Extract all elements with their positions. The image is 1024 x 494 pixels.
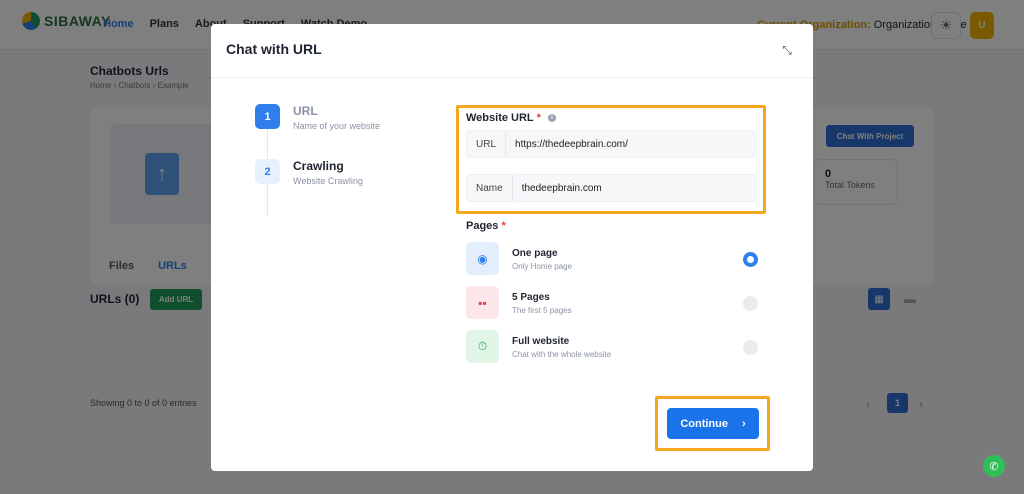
- required-mark: *: [501, 220, 506, 232]
- grid-icon: ▪▪: [466, 286, 499, 319]
- step-subtitle: Website Crawling: [293, 176, 363, 186]
- option-subtitle: The first 5 pages: [512, 306, 572, 315]
- option-subtitle: Only Home page: [512, 262, 573, 271]
- close-icon: ⤡: [782, 42, 792, 57]
- option-one-page[interactable]: ◉ One page Only Home page: [466, 242, 761, 278]
- chevron-right-icon: ›: [742, 417, 746, 430]
- stopwatch-icon: ⏱: [466, 330, 499, 363]
- option-radio[interactable]: [743, 340, 758, 355]
- option-title: Full website: [512, 336, 570, 347]
- name-field[interactable]: Name thedeepbrain.com: [466, 174, 756, 202]
- option-subtitle: Chat with the whole website: [512, 350, 612, 359]
- pages-label: Pages *: [466, 220, 506, 232]
- close-button[interactable]: ⤡: [779, 42, 795, 58]
- compass-icon: ◉: [466, 242, 499, 275]
- pages-label-text: Pages: [466, 220, 499, 232]
- website-url-label: Website URL * i: [466, 112, 556, 124]
- required-mark: *: [536, 112, 541, 124]
- url-field[interactable]: URL https://thedeepbrain.com/: [466, 130, 756, 158]
- option-five-pages[interactable]: ▪▪ 5 Pages The first 5 pages: [466, 286, 761, 322]
- name-prefix: Name: [467, 175, 513, 201]
- step-subtitle: Name of your website: [293, 121, 381, 131]
- step-url[interactable]: 1 URL Name of your website: [255, 104, 380, 131]
- step-badge: 1: [255, 104, 280, 129]
- option-title: One page: [512, 248, 558, 259]
- whatsapp-icon[interactable]: ✆: [983, 455, 1005, 477]
- url-prefix: URL: [467, 131, 507, 157]
- modal-header: Chat with URL ⤡: [211, 24, 813, 78]
- option-title: 5 Pages: [512, 292, 550, 303]
- continue-label: Continue: [680, 417, 728, 430]
- modal-title: Chat with URL: [226, 41, 322, 57]
- info-icon[interactable]: i: [547, 114, 556, 122]
- step-title: Crawling: [293, 159, 344, 173]
- option-radio[interactable]: [743, 296, 758, 311]
- step-badge: 2: [255, 159, 280, 184]
- option-full-website[interactable]: ⏱ Full website Chat with the whole websi…: [466, 330, 761, 366]
- option-radio[interactable]: [743, 252, 758, 267]
- chat-with-url-modal: Chat with URL ⤡ 1 URL Name of your websi…: [211, 24, 813, 471]
- name-input[interactable]: thedeepbrain.com: [513, 183, 602, 194]
- continue-button[interactable]: Continue ›: [667, 408, 759, 439]
- step-title: URL: [293, 104, 318, 118]
- url-input[interactable]: https://thedeepbrain.com/: [506, 139, 628, 150]
- step-crawling[interactable]: 2 Crawling Website Crawling: [255, 159, 363, 186]
- website-url-label-text: Website URL: [466, 112, 534, 124]
